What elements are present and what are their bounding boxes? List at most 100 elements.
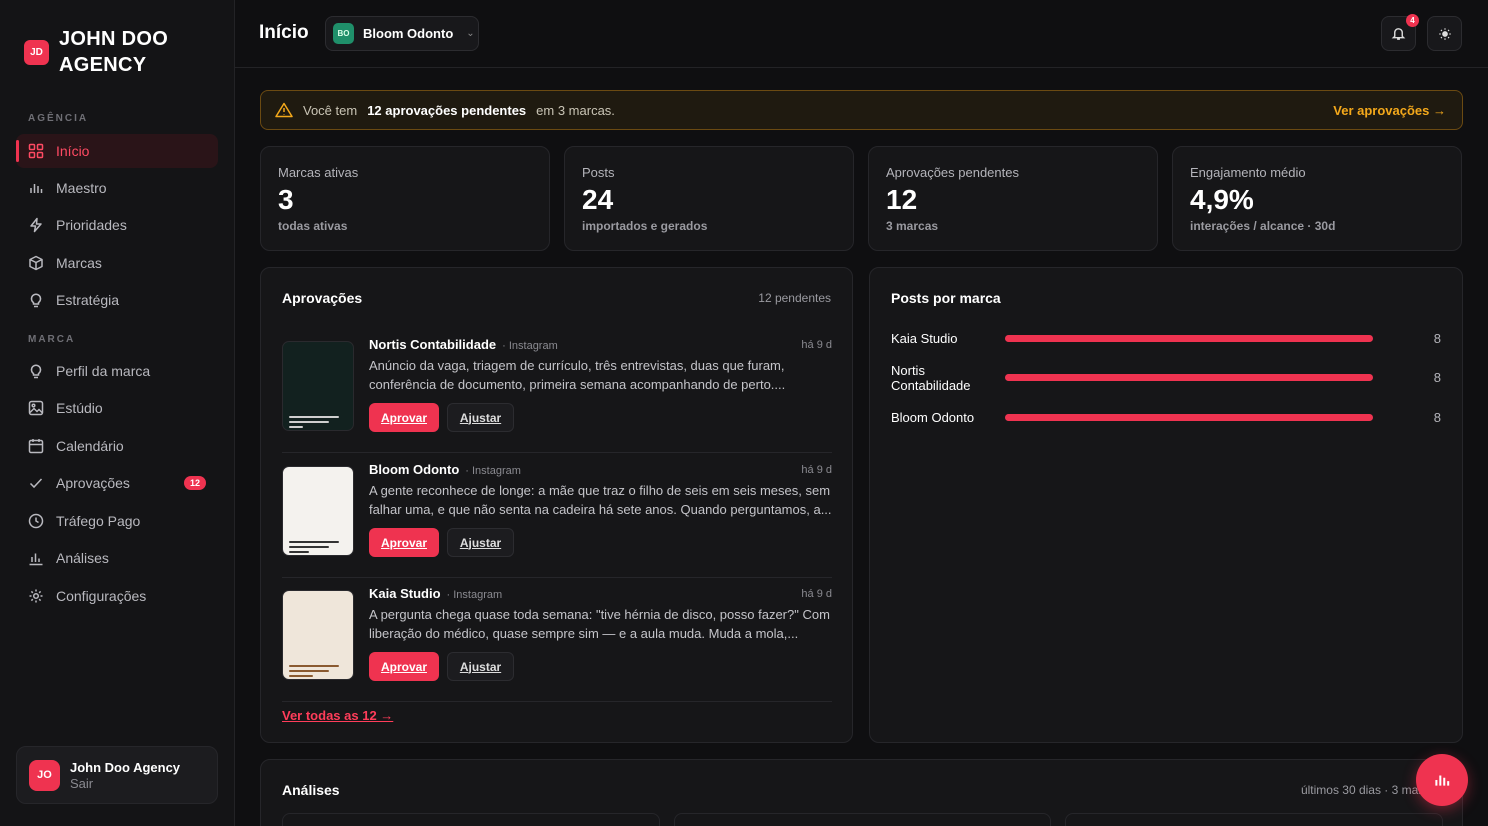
analytics-fab-button[interactable] <box>1416 754 1468 806</box>
sidebar-item-marcas[interactable]: Marcas <box>16 246 218 280</box>
sidebar-item-label: Maestro <box>56 180 107 196</box>
post-thumbnail[interactable] <box>282 466 354 556</box>
brand-bar-fill <box>1005 414 1373 421</box>
brand-bar-label: Kaia Studio <box>891 331 958 346</box>
check-icon <box>29 478 43 489</box>
sidebar-item-configuracoes[interactable]: Configurações <box>16 579 218 613</box>
agency-badge: JD <box>24 39 49 65</box>
topbar: Início BO Bloom Odonto ⌄ 4 <box>235 0 1488 68</box>
view-approvals-link[interactable]: Ver aprovações → <box>1333 103 1446 118</box>
brand-bar-track <box>1005 335 1373 342</box>
gear-icon <box>29 589 43 603</box>
approval-time: há 9 d <box>801 588 832 600</box>
sidebar-item-label: Calendário <box>56 438 124 454</box>
post-thumbnail[interactable] <box>282 341 354 431</box>
stat-label: Aprovações pendentes <box>886 165 1019 180</box>
approvals-panel: Aprovações 12 pendentes Nortis Contabili… <box>260 267 853 743</box>
brand-selector[interactable]: BO Bloom Odonto ⌄ <box>325 16 479 51</box>
approval-item: Bloom Odonto · Instagram há 9 d A gente … <box>282 462 832 578</box>
sidebar-item-label: Estúdio <box>56 400 103 416</box>
notifications-button[interactable]: 4 <box>1381 14 1419 51</box>
brand-bar-label: Bloom Odonto <box>891 410 975 425</box>
approval-time: há 9 d <box>801 464 832 476</box>
brand-bar-value: 8 <box>1433 370 1441 385</box>
stat-sub: todas ativas <box>278 219 348 233</box>
agency-logo[interactable]: JD JOHN DOO AGENCY <box>24 26 168 78</box>
bars-icon <box>30 184 43 193</box>
approvals-count: 12 pendentes <box>758 291 831 305</box>
adjust-button[interactable]: Ajustar <box>447 652 514 681</box>
stat-card-pending-approvals: Aprovações pendentes 12 3 marcas <box>868 146 1158 251</box>
stat-label: Marcas ativas <box>278 165 359 180</box>
sidebar-item-label: Início <box>56 143 90 159</box>
stat-card-engagement: Engajamento médio 4,9% interações / alca… <box>1172 146 1462 251</box>
sidebar-item-calendario[interactable]: Calendário <box>16 429 218 463</box>
approval-brand: Nortis Contabilidade <box>369 337 497 352</box>
approval-caption: Anúncio da vaga, triagem de currículo, t… <box>369 358 786 392</box>
sidebar-item-label: Análises <box>56 550 109 566</box>
sidebar-item-label: Perfil da marca <box>56 363 151 379</box>
bulb-icon <box>30 364 42 379</box>
approve-button[interactable]: Aprovar <box>369 528 439 557</box>
warning-icon <box>275 102 293 118</box>
stat-sub: 3 marcas <box>886 219 939 233</box>
approval-time: há 9 d <box>801 339 832 351</box>
analytics-card <box>1065 813 1443 826</box>
brand-bar-fill <box>1005 374 1373 381</box>
brand-bar-row: Kaia Studio 8 <box>891 331 1441 367</box>
sidebar-item-analises[interactable]: Análises <box>16 541 218 575</box>
theme-toggle-button[interactable] <box>1427 16 1462 51</box>
stat-value: 12 <box>886 184 918 215</box>
image-icon <box>28 400 44 416</box>
panel-title: Aprovações <box>282 290 363 306</box>
pending-approvals-alert: Você tem 12 aprovações pendentes em 3 ma… <box>260 90 1463 130</box>
section-label-brand: MARCA <box>28 334 76 345</box>
approvals-count-badge: 12 <box>183 476 206 490</box>
cube-icon <box>29 255 43 271</box>
alert-prefix: Você tem <box>303 102 358 118</box>
brand-bar-value: 8 <box>1433 331 1441 346</box>
analytics-card <box>674 813 1051 826</box>
alert-highlight: 12 aprovações pendentes <box>367 102 527 118</box>
post-thumbnail[interactable] <box>282 590 354 680</box>
sidebar-item-maestro[interactable]: Maestro <box>16 171 218 205</box>
account-card[interactable]: JO John Doo Agency Sair <box>16 746 218 804</box>
stat-value: 4,9% <box>1190 184 1254 215</box>
sidebar-item-label: Configurações <box>56 588 147 604</box>
sidebar-item-aprovacoes[interactable]: Aprovações 12 <box>16 466 218 500</box>
approval-channel: · Instagram <box>446 589 503 601</box>
avatar: JO <box>29 759 60 791</box>
sun-icon <box>1438 27 1451 40</box>
stat-sub: interações / alcance · 30d <box>1190 219 1336 233</box>
logout-link[interactable]: Sair <box>70 776 180 791</box>
sidebar-item-label: Estratégia <box>56 292 120 308</box>
calendar-icon <box>28 439 44 454</box>
sidebar-item-perfil-da-marca[interactable]: Perfil da marca <box>16 354 218 388</box>
brand-bar-track <box>1005 374 1373 381</box>
adjust-button[interactable]: Ajustar <box>447 403 514 432</box>
stat-label: Posts <box>582 165 615 180</box>
sidebar-item-estrategia[interactable]: Estratégia <box>16 283 218 317</box>
approval-brand: Bloom Odonto <box>369 462 460 477</box>
see-all-approvals-link[interactable]: Ver todas as 12 → <box>282 708 393 723</box>
clock-icon <box>28 513 44 529</box>
notification-count-badge: 4 <box>1406 14 1419 27</box>
stat-value: 24 <box>582 184 614 215</box>
sidebar-item-label: Prioridades <box>56 217 127 233</box>
approval-caption: A gente reconhece de longe: a mãe que tr… <box>369 483 832 517</box>
sidebar-item-inicio[interactable]: Início <box>16 134 218 168</box>
approval-channel: · Instagram <box>502 340 558 352</box>
analytics-card <box>282 813 660 826</box>
sidebar-item-label: Marcas <box>56 255 102 271</box>
sidebar: JD JOHN DOO AGENCY AGÊNCIA Início Maestr… <box>0 0 235 826</box>
analytics-panel: Análises últimos 30 dias · 3 marcas <box>260 759 1463 826</box>
sidebar-item-trafego-pago[interactable]: Tráfego Pago <box>16 504 218 538</box>
sidebar-item-prioridades[interactable]: Prioridades <box>16 208 218 242</box>
approve-button[interactable]: Aprovar <box>369 652 439 681</box>
section-label-agency: AGÊNCIA <box>28 113 89 124</box>
approve-button[interactable]: Aprovar <box>369 403 439 432</box>
stat-label: Engajamento médio <box>1190 165 1306 180</box>
panel-title: Posts por marca <box>891 290 1001 306</box>
sidebar-item-estudio[interactable]: Estúdio <box>16 391 218 425</box>
adjust-button[interactable]: Ajustar <box>447 528 514 557</box>
